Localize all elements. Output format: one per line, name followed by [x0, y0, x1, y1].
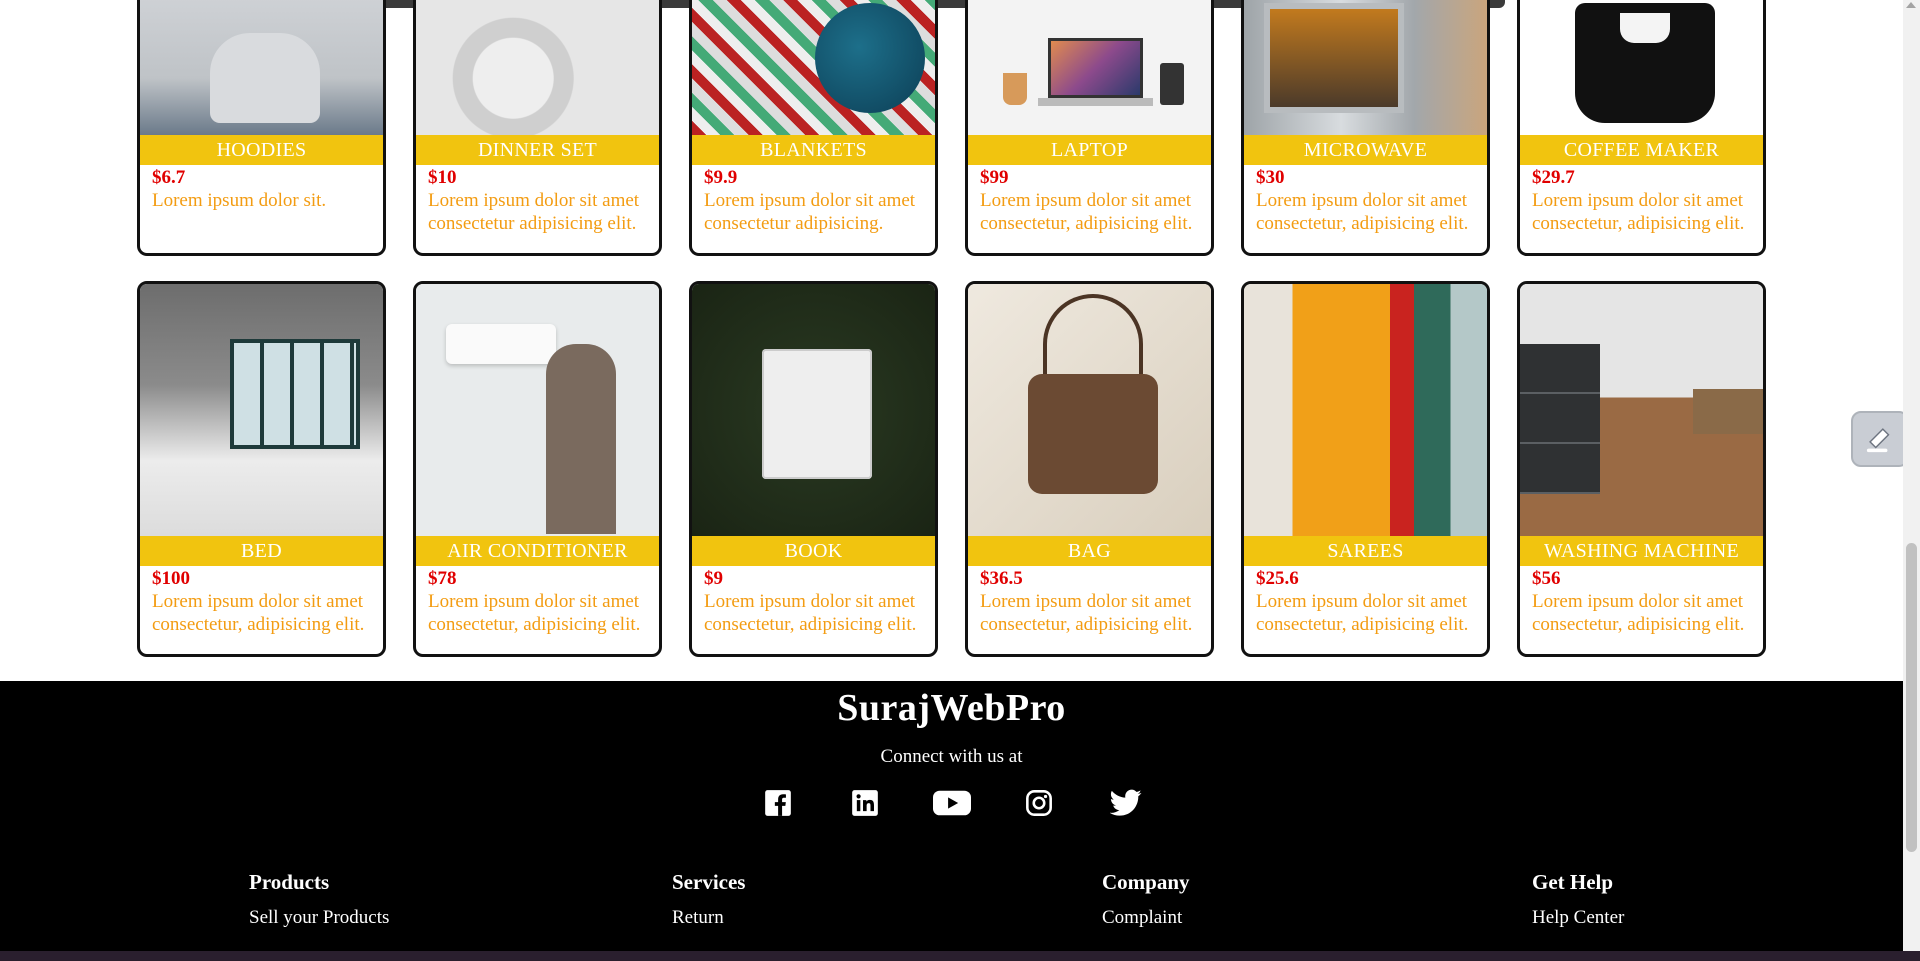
floating-action-button[interactable] [1851, 411, 1909, 467]
footer-heading: Services [672, 870, 746, 894]
linkedin-icon[interactable] [845, 783, 885, 823]
page-scrollbar[interactable] [1903, 0, 1920, 961]
product-description: Lorem ipsum dolor sit amet consectetur, … [1256, 190, 1469, 234]
product-title: BOOK [692, 536, 935, 566]
product-price: $10 [428, 167, 457, 188]
product-title: SAREES [1244, 536, 1487, 566]
scroll-thumb[interactable] [1906, 543, 1917, 852]
product-image [692, 0, 935, 135]
facebook-icon[interactable] [758, 783, 798, 823]
product-description: Lorem ipsum dolor sit amet consectetur, … [1532, 190, 1745, 234]
footer-link[interactable]: Sell your Products [249, 903, 389, 932]
product-title: COFFEE MAKER [1520, 135, 1763, 165]
product-description: Lorem ipsum dolor sit amet consectetur a… [428, 190, 640, 234]
product-image [968, 0, 1211, 135]
product-image [140, 0, 383, 135]
footer-brand[interactable]: SurajWebPro [0, 686, 1903, 730]
product-title: BED [140, 536, 383, 566]
product-card[interactable]: BAG $36.5 Lorem ipsum dolor sit amet con… [965, 281, 1214, 657]
product-description: Lorem ipsum dolor sit. [152, 190, 327, 211]
product-title: WASHING MACHINE [1520, 536, 1763, 566]
product-description: Lorem ipsum dolor sit amet consectetur, … [1532, 591, 1745, 635]
product-title: BLANKETS [692, 135, 935, 165]
product-card[interactable]: WASHING MACHINE $56 Lorem ipsum dolor si… [1517, 281, 1766, 657]
footer-column-get-help: Get Help Help Center [1532, 870, 1624, 932]
footer-heading: Company [1102, 870, 1190, 894]
product-card[interactable]: BLANKETS $9.9 Lorem ipsum dolor sit amet… [689, 0, 938, 256]
os-taskbar [0, 951, 1920, 961]
product-price: $36.5 [980, 568, 1023, 589]
product-card[interactable]: LAPTOP $99 Lorem ipsum dolor sit amet co… [965, 0, 1214, 256]
product-price: $99 [980, 167, 1009, 188]
product-image [140, 284, 383, 536]
product-title: DINNER SET [416, 135, 659, 165]
twitter-icon[interactable] [1106, 783, 1146, 823]
product-price: $25.6 [1256, 568, 1299, 589]
footer-column-services: Services Return [672, 870, 745, 932]
product-description: Lorem ipsum dolor sit amet consectetur, … [152, 591, 365, 635]
footer-link[interactable]: Return [672, 903, 745, 932]
footer-heading: Get Help [1532, 870, 1614, 894]
product-description: Lorem ipsum dolor sit amet consectetur, … [980, 591, 1193, 635]
product-price: $30 [1256, 167, 1285, 188]
product-description: Lorem ipsum dolor sit amet consectetur, … [980, 190, 1193, 234]
edit-icon [1866, 428, 1890, 453]
social-links [0, 783, 1903, 823]
product-card[interactable]: DINNER SET $10 Lorem ipsum dolor sit ame… [413, 0, 662, 256]
youtube-icon[interactable] [932, 783, 972, 823]
product-price: $78 [428, 568, 457, 589]
product-card[interactable]: COFFEE MAKER $29.7 Lorem ipsum dolor sit… [1517, 0, 1766, 256]
product-image [692, 284, 935, 536]
product-title: AIR CONDITIONER [416, 536, 659, 566]
footer-column-company: Company Complaint [1102, 870, 1190, 932]
product-price: $6.7 [152, 167, 186, 188]
product-card[interactable]: AIR CONDITIONER $78 Lorem ipsum dolor si… [413, 281, 662, 657]
connect-text: Connect with us at [880, 746, 1023, 767]
product-title: MICROWAVE [1244, 135, 1487, 165]
product-image [416, 0, 659, 135]
footer-heading: Products [249, 870, 330, 894]
product-image [1520, 284, 1763, 536]
product-image [416, 284, 659, 536]
product-description: Lorem ipsum dolor sit amet consectetur a… [704, 190, 916, 234]
product-card[interactable]: MICROWAVE $30 Lorem ipsum dolor sit amet… [1241, 0, 1490, 256]
footer-link[interactable]: Help Center [1532, 903, 1624, 932]
footer-column-products: Products Sell your Products [249, 870, 389, 932]
product-price: $9 [704, 568, 723, 589]
product-price: $9.9 [704, 167, 738, 188]
product-title: BAG [968, 536, 1211, 566]
product-card[interactable]: HOODIES $6.7 Lorem ipsum dolor sit. [137, 0, 386, 256]
product-image [1520, 0, 1763, 135]
product-price: $100 [152, 568, 190, 589]
site-footer: SurajWebPro Connect with us at Products … [0, 681, 1903, 961]
product-card[interactable]: SAREES $25.6 Lorem ipsum dolor sit amet … [1241, 281, 1490, 657]
product-image [1244, 0, 1487, 135]
product-description: Lorem ipsum dolor sit amet consectetur, … [428, 591, 641, 635]
product-card[interactable]: BED $100 Lorem ipsum dolor sit amet cons… [137, 281, 386, 657]
product-description: Lorem ipsum dolor sit amet consectetur, … [704, 591, 917, 635]
product-row-2: BED $100 Lorem ipsum dolor sit amet cons… [137, 281, 1766, 657]
product-row-1: HOODIES $6.7 Lorem ipsum dolor sit. DINN… [137, 0, 1766, 256]
product-title: HOODIES [140, 135, 383, 165]
product-description: Lorem ipsum dolor sit amet consectetur, … [1256, 591, 1469, 635]
product-image [1244, 284, 1487, 536]
footer-link[interactable]: Complaint [1102, 903, 1190, 932]
product-card[interactable]: BOOK $9 Lorem ipsum dolor sit amet conse… [689, 281, 938, 657]
instagram-icon[interactable] [1019, 783, 1059, 823]
product-image [968, 284, 1211, 536]
product-title: LAPTOP [968, 135, 1211, 165]
scroll-up-icon[interactable] [1906, 2, 1916, 8]
product-price: $29.7 [1532, 167, 1575, 188]
product-price: $56 [1532, 568, 1561, 589]
